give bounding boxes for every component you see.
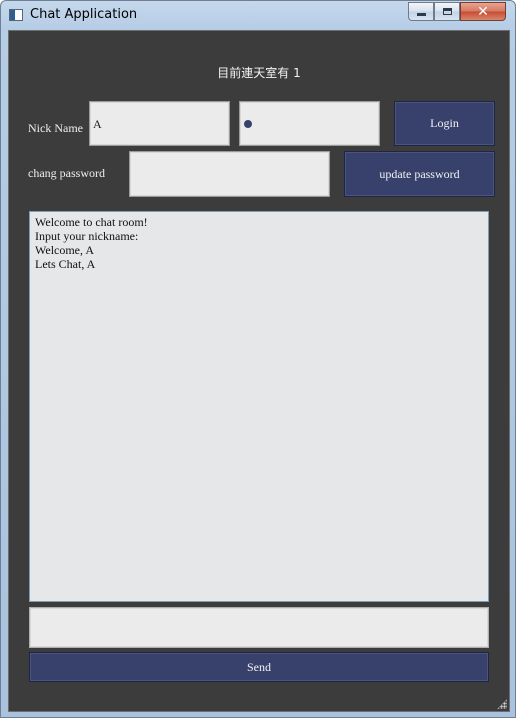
change-password-input[interactable] bbox=[129, 151, 330, 197]
password-mask-dot bbox=[244, 120, 252, 128]
message-input[interactable] bbox=[29, 607, 489, 648]
title-bar[interactable]: Chat Application ✕ bbox=[1, 1, 515, 30]
login-button-label: Login bbox=[430, 116, 459, 130]
update-password-button-label: update password bbox=[379, 166, 460, 181]
update-password-button[interactable]: update password bbox=[344, 151, 495, 197]
login-button[interactable]: Login bbox=[394, 101, 495, 146]
send-button-label: Send bbox=[247, 659, 271, 674]
nick-name-input[interactable]: A bbox=[89, 101, 230, 146]
online-status: 目前連天室有 1 bbox=[217, 66, 301, 80]
chat-application-window: Chat Application ✕ 目前連天室有 1 Nick Name A … bbox=[0, 0, 516, 718]
resize-grip-icon[interactable] bbox=[497, 699, 507, 709]
maximize-icon bbox=[442, 8, 452, 15]
window-title: Chat Application bbox=[30, 7, 138, 22]
close-icon: ✕ bbox=[477, 3, 489, 20]
nick-name-label: Nick Name bbox=[28, 121, 83, 135]
client-area: 目前連天室有 1 Nick Name A Login chang passwor… bbox=[8, 30, 510, 712]
minimize-button[interactable] bbox=[408, 2, 434, 21]
send-button[interactable]: Send bbox=[29, 652, 489, 682]
change-password-label: chang password bbox=[28, 166, 105, 180]
password-input[interactable] bbox=[239, 101, 380, 146]
chat-message: Welcome, A bbox=[35, 243, 95, 257]
app-window-icon[interactable] bbox=[9, 9, 23, 21]
chat-message: Input your nickname: bbox=[35, 229, 139, 243]
chat-log[interactable]: Welcome to chat room! Input your nicknam… bbox=[29, 211, 489, 602]
maximize-button[interactable] bbox=[434, 2, 460, 21]
close-button[interactable]: ✕ bbox=[460, 2, 506, 21]
nick-name-value: A bbox=[93, 117, 102, 131]
chat-message: Lets Chat, A bbox=[35, 257, 96, 271]
chat-message: Welcome to chat room! bbox=[35, 215, 148, 229]
minimize-icon bbox=[416, 13, 426, 16]
